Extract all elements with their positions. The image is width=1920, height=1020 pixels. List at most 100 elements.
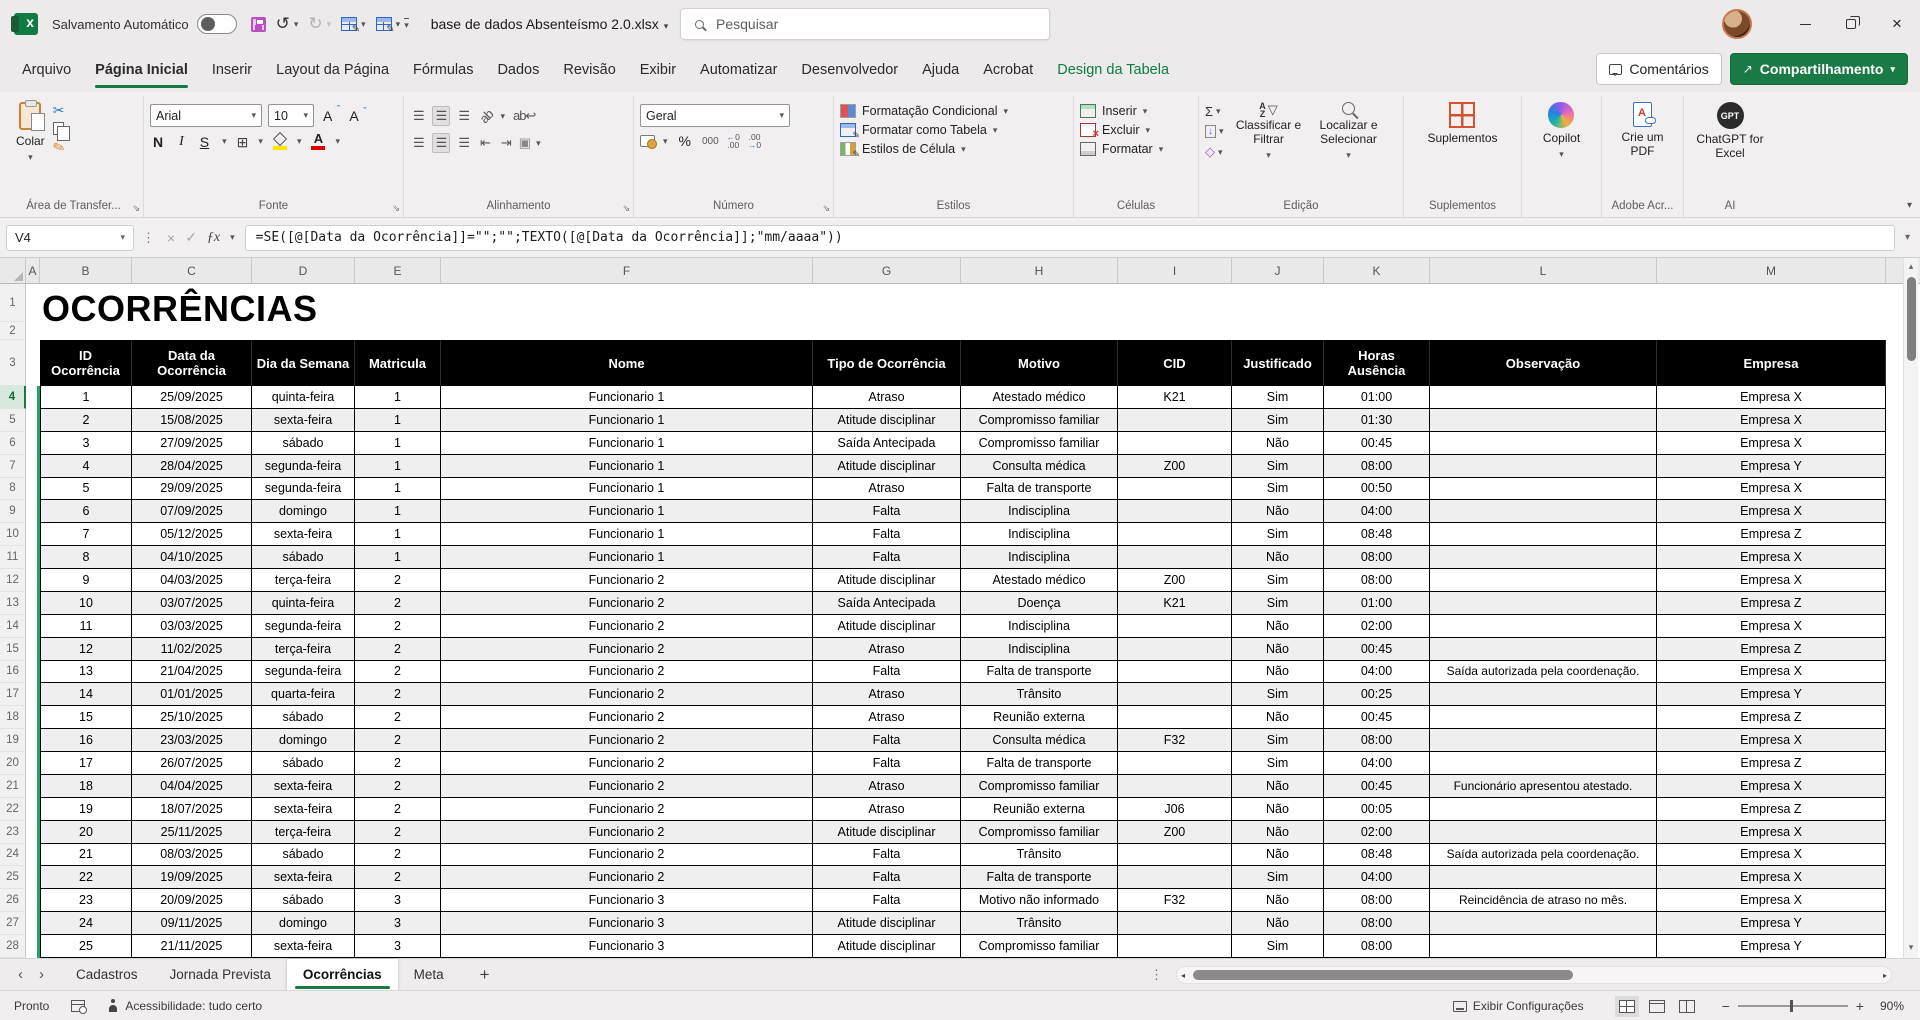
- cell[interactable]: Sim: [1232, 683, 1324, 706]
- cell[interactable]: Z00: [1118, 569, 1232, 592]
- column-header-K[interactable]: K: [1324, 258, 1430, 283]
- accounting-format-icon[interactable]: [640, 135, 655, 147]
- cell[interactable]: Sim: [1232, 592, 1324, 615]
- column-header-J[interactable]: J: [1232, 258, 1324, 283]
- table-header-cell[interactable]: CID: [1118, 340, 1232, 386]
- cell[interactable]: Funcionario 1: [441, 409, 813, 432]
- cell[interactable]: 18/07/2025: [132, 798, 252, 821]
- column-header-M[interactable]: M: [1657, 258, 1886, 283]
- cell[interactable]: Consulta médica: [961, 729, 1118, 752]
- cell[interactable]: Funcionario 2: [441, 844, 813, 867]
- cell[interactable]: Trânsito: [961, 683, 1118, 706]
- cell[interactable]: 19: [40, 798, 132, 821]
- percent-style-button[interactable]: %: [676, 133, 694, 149]
- row-header[interactable]: 12: [0, 569, 26, 592]
- cell[interactable]: Empresa X: [1657, 775, 1886, 798]
- search-input[interactable]: Pesquisar: [680, 8, 1050, 40]
- cell[interactable]: terça-feira: [252, 638, 355, 661]
- ribbon-tab-fórmulas[interactable]: Fórmulas: [401, 48, 485, 92]
- cell[interactable]: 04:00: [1324, 500, 1430, 523]
- cell[interactable]: Indisciplina: [961, 523, 1118, 546]
- cell[interactable]: 03/07/2025: [132, 592, 252, 615]
- table-header-cell[interactable]: Tipo de Ocorrência: [813, 340, 961, 386]
- row-header[interactable]: 9: [0, 500, 26, 523]
- cell[interactable]: Indisciplina: [961, 638, 1118, 661]
- table-header-cell[interactable]: Motivo: [961, 340, 1118, 386]
- cell[interactable]: [1118, 409, 1232, 432]
- cell[interactable]: J06: [1118, 798, 1232, 821]
- ribbon-tab-automatizar[interactable]: Automatizar: [688, 48, 789, 92]
- cell[interactable]: 28/04/2025: [132, 455, 252, 478]
- orientation-chevron-icon[interactable]: ▾: [500, 111, 505, 122]
- row-header[interactable]: 16: [0, 661, 26, 684]
- bold-button[interactable]: N: [150, 134, 166, 150]
- cell[interactable]: Empresa Z: [1657, 798, 1886, 821]
- cell-styles-button[interactable]: Estilos de Célula▾: [840, 142, 1008, 156]
- cell[interactable]: 01/01/2025: [132, 683, 252, 706]
- quick-edit-table-icon-2[interactable]: [376, 17, 392, 31]
- column-header-F[interactable]: F: [441, 258, 813, 283]
- cell[interactable]: Não: [1232, 889, 1324, 912]
- cell[interactable]: sábado: [252, 432, 355, 455]
- cell[interactable]: Reunião externa: [961, 706, 1118, 729]
- row-header[interactable]: 3: [0, 340, 26, 386]
- cell[interactable]: Compromisso familiar: [961, 432, 1118, 455]
- cell[interactable]: sábado: [252, 752, 355, 775]
- cell[interactable]: 11/02/2025: [132, 638, 252, 661]
- cell[interactable]: Funcionario 2: [441, 569, 813, 592]
- cell[interactable]: 15/08/2025: [132, 409, 252, 432]
- cell[interactable]: 3: [355, 935, 441, 958]
- cell[interactable]: 08:00: [1324, 912, 1430, 935]
- cell[interactable]: Funcionario 2: [441, 661, 813, 684]
- underline-button[interactable]: S: [197, 134, 212, 150]
- cell[interactable]: 08/03/2025: [132, 844, 252, 867]
- cell[interactable]: Trânsito: [961, 912, 1118, 935]
- cell[interactable]: 1: [355, 523, 441, 546]
- table-header-cell[interactable]: Nome: [441, 340, 813, 386]
- cell[interactable]: quinta-feira: [252, 386, 355, 409]
- cell[interactable]: Atraso: [813, 638, 961, 661]
- cell[interactable]: 1: [355, 500, 441, 523]
- cell[interactable]: 08:48: [1324, 844, 1430, 867]
- cell[interactable]: terça-feira: [252, 821, 355, 844]
- vertical-scrollbar[interactable]: ▴ ▾: [1903, 258, 1918, 958]
- cell[interactable]: 1: [355, 478, 441, 501]
- cell[interactable]: Sim: [1232, 752, 1324, 775]
- cell[interactable]: 09/11/2025: [132, 912, 252, 935]
- cell[interactable]: 2: [40, 409, 132, 432]
- wrap-text-icon[interactable]: ab↩: [510, 107, 538, 125]
- cell[interactable]: sexta-feira: [252, 798, 355, 821]
- cell[interactable]: Compromisso familiar: [961, 821, 1118, 844]
- fx-chevron-icon[interactable]: ▾: [230, 232, 235, 243]
- cell[interactable]: Funcionario 1: [441, 386, 813, 409]
- cell[interactable]: [1430, 638, 1657, 661]
- cell[interactable]: [1118, 432, 1232, 455]
- cell[interactable]: [1430, 592, 1657, 615]
- cell[interactable]: Sim: [1232, 455, 1324, 478]
- cell[interactable]: 01:00: [1324, 386, 1430, 409]
- cell[interactable]: Não: [1232, 798, 1324, 821]
- table-header-cell[interactable]: Empresa: [1657, 340, 1886, 386]
- cell[interactable]: Funcionario 2: [441, 775, 813, 798]
- cell[interactable]: Motivo não informado: [961, 889, 1118, 912]
- borders-chevron-icon[interactable]: ▾: [258, 136, 263, 147]
- cell[interactable]: Empresa X: [1657, 409, 1886, 432]
- cell[interactable]: 3: [40, 432, 132, 455]
- cell[interactable]: Falta: [813, 866, 961, 889]
- cell[interactable]: [1118, 935, 1232, 958]
- cell[interactable]: Funcionario 2: [441, 866, 813, 889]
- cell[interactable]: Não: [1232, 821, 1324, 844]
- cell[interactable]: [1118, 844, 1232, 867]
- row-header[interactable]: 21: [0, 775, 26, 798]
- fill-button[interactable]: ↓▾: [1205, 125, 1224, 138]
- cell[interactable]: 03/03/2025: [132, 615, 252, 638]
- decrease-indent-icon[interactable]: ⇤: [477, 134, 493, 152]
- cell[interactable]: [1430, 821, 1657, 844]
- cell[interactable]: 20: [40, 821, 132, 844]
- scroll-up-icon[interactable]: ▴: [1909, 258, 1914, 275]
- merge-chevron-icon[interactable]: ▾: [536, 138, 541, 149]
- clipboard-dialog-launcher-icon[interactable]: ⇘: [132, 203, 140, 214]
- cell[interactable]: Funcionario 2: [441, 638, 813, 661]
- cell[interactable]: Indisciplina: [961, 546, 1118, 569]
- cell[interactable]: Doença: [961, 592, 1118, 615]
